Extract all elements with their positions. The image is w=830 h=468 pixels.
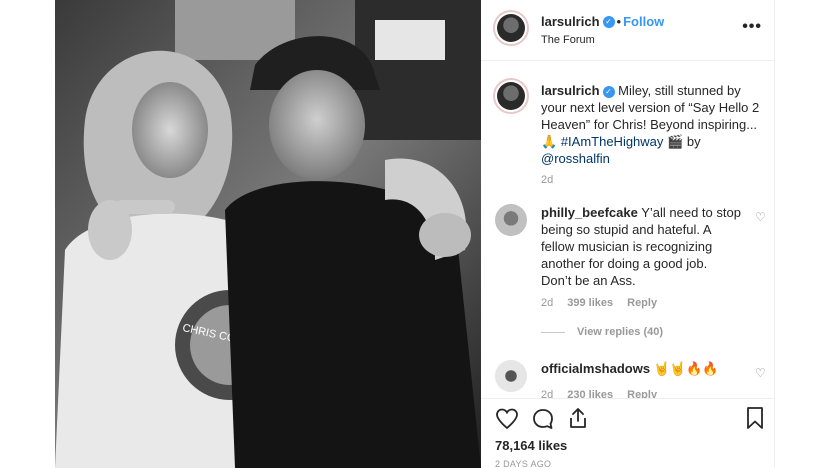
film-emoji: 🎬 — [667, 134, 684, 149]
author-avatar[interactable] — [493, 10, 529, 46]
caption-mention[interactable]: @rosshalfin — [541, 151, 610, 166]
post-location[interactable]: The Forum — [541, 34, 664, 46]
author-username[interactable]: larsulrich — [541, 14, 600, 29]
reply-button[interactable]: Reply — [627, 389, 657, 398]
comment-username[interactable]: philly_beefcake — [541, 205, 638, 220]
commenter-avatar[interactable] — [495, 360, 527, 392]
comment-age[interactable]: 2d — [541, 297, 553, 309]
bookmark-icon[interactable] — [744, 406, 766, 430]
pray-emoji: 🙏 — [541, 134, 558, 149]
comment-likes[interactable]: 230 likes — [567, 389, 613, 398]
comment-username[interactable]: officialmshadows — [541, 361, 650, 376]
more-options-icon[interactable]: ••• — [742, 18, 762, 36]
post-photo-image: CHRIS CORNELL — [55, 0, 481, 468]
verified-icon: ✓ — [602, 15, 615, 28]
comment-meta: 2d 230 likes Reply — [541, 389, 671, 398]
post-date[interactable]: 2 DAYS AGO — [495, 459, 551, 468]
comment-age[interactable]: 2d — [541, 389, 553, 398]
caption-hashtag[interactable]: #IAmTheHighway — [561, 134, 664, 149]
caption-age[interactable]: 2d — [541, 174, 553, 186]
verified-icon: ✓ — [602, 85, 615, 98]
caption-by: by — [686, 134, 701, 149]
caption-text: larsulrich ✓ Miley, still stunned by your… — [541, 82, 763, 167]
instagram-post-frame: CHRIS CORNELL larsulrich ✓ • Follow The For… — [0, 0, 830, 468]
comment-meta: 2d 399 likes Reply — [541, 297, 671, 309]
replies-line — [541, 331, 565, 333]
comment-bubble-icon[interactable] — [531, 407, 555, 431]
post-sidebar: larsulrich ✓ • Follow The Forum ••• larsulr… — [481, 0, 775, 468]
view-replies-label: View replies (40) — [577, 326, 664, 338]
comment-body: 🤘🤘🔥🔥 — [653, 361, 719, 376]
reply-button[interactable]: Reply — [627, 297, 657, 309]
comment-text: officialmshadows 🤘🤘🔥🔥 — [541, 360, 741, 377]
likes-count[interactable]: 78,164 likes — [495, 438, 567, 453]
comment-like-icon[interactable]: ♡ — [755, 366, 766, 380]
comment-likes[interactable]: 399 likes — [567, 297, 613, 309]
follow-button[interactable]: Follow — [623, 14, 664, 29]
like-heart-icon[interactable] — [495, 407, 519, 431]
caption-username[interactable]: larsulrich — [541, 83, 600, 98]
comment-text: philly_beefcake Y’all need to stop being… — [541, 204, 741, 289]
caption-avatar[interactable] — [493, 78, 529, 114]
header-divider — [481, 60, 774, 61]
commenter-avatar[interactable] — [495, 204, 527, 236]
post-header: larsulrich ✓ • Follow The Forum — [541, 13, 664, 46]
share-icon[interactable] — [566, 406, 590, 430]
post-photo[interactable]: CHRIS CORNELL — [55, 0, 481, 468]
caption-meta: 2d — [541, 174, 567, 186]
separator-dot: • — [616, 14, 622, 29]
comment-like-icon[interactable]: ♡ — [755, 210, 766, 224]
view-replies-button[interactable]: View replies (40) — [541, 326, 663, 338]
actions-divider — [481, 398, 774, 399]
